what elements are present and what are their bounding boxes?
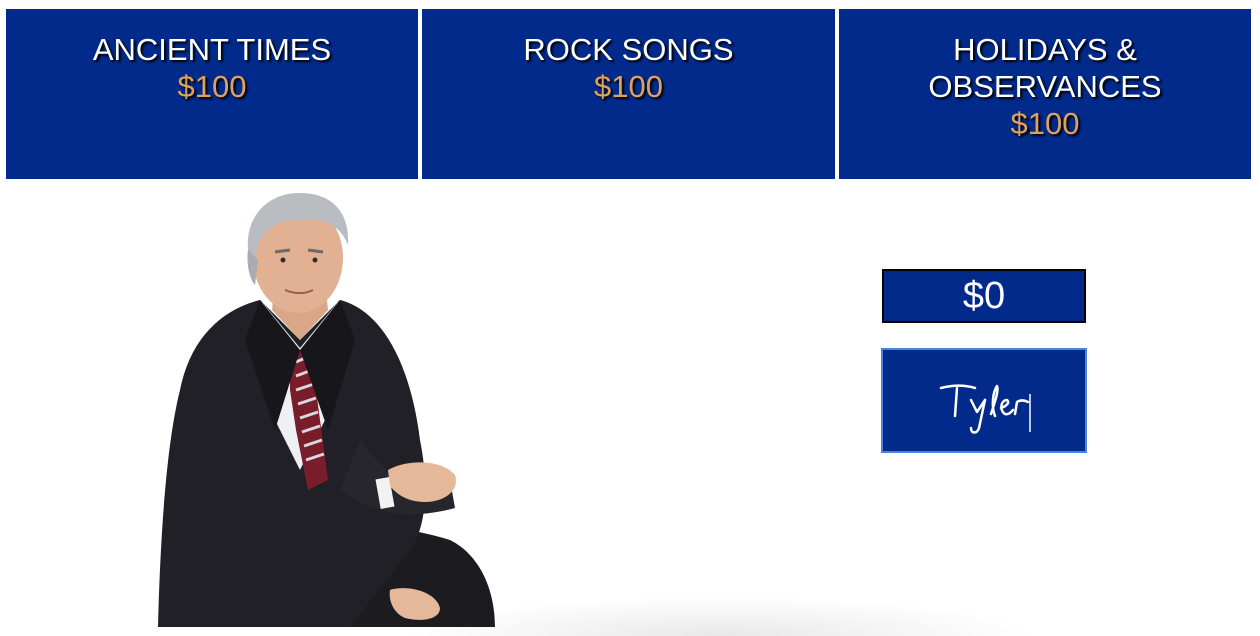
clue-value: $100 — [177, 69, 247, 104]
category-tile-holidays-observances[interactable]: HOLIDAYS & OBSERVANCES $100 — [839, 9, 1251, 179]
player-score: $0 — [882, 269, 1086, 323]
player-name-field[interactable] — [881, 348, 1087, 453]
clue-value: $100 — [1010, 106, 1080, 141]
clue-value: $100 — [594, 69, 663, 104]
category-tile-ancient-times[interactable]: ANCIENT TIMES $100 — [6, 9, 418, 179]
category-tile-rock-songs[interactable]: ROCK SONGS $100 — [422, 9, 835, 179]
category-title: HOLIDAYS & OBSERVANCES — [928, 32, 1162, 104]
category-title: ROCK SONGS — [523, 32, 734, 67]
category-title: ANCIENT TIMES — [92, 32, 332, 67]
host-portrait-icon — [150, 190, 510, 627]
handwritten-name — [939, 384, 1031, 434]
